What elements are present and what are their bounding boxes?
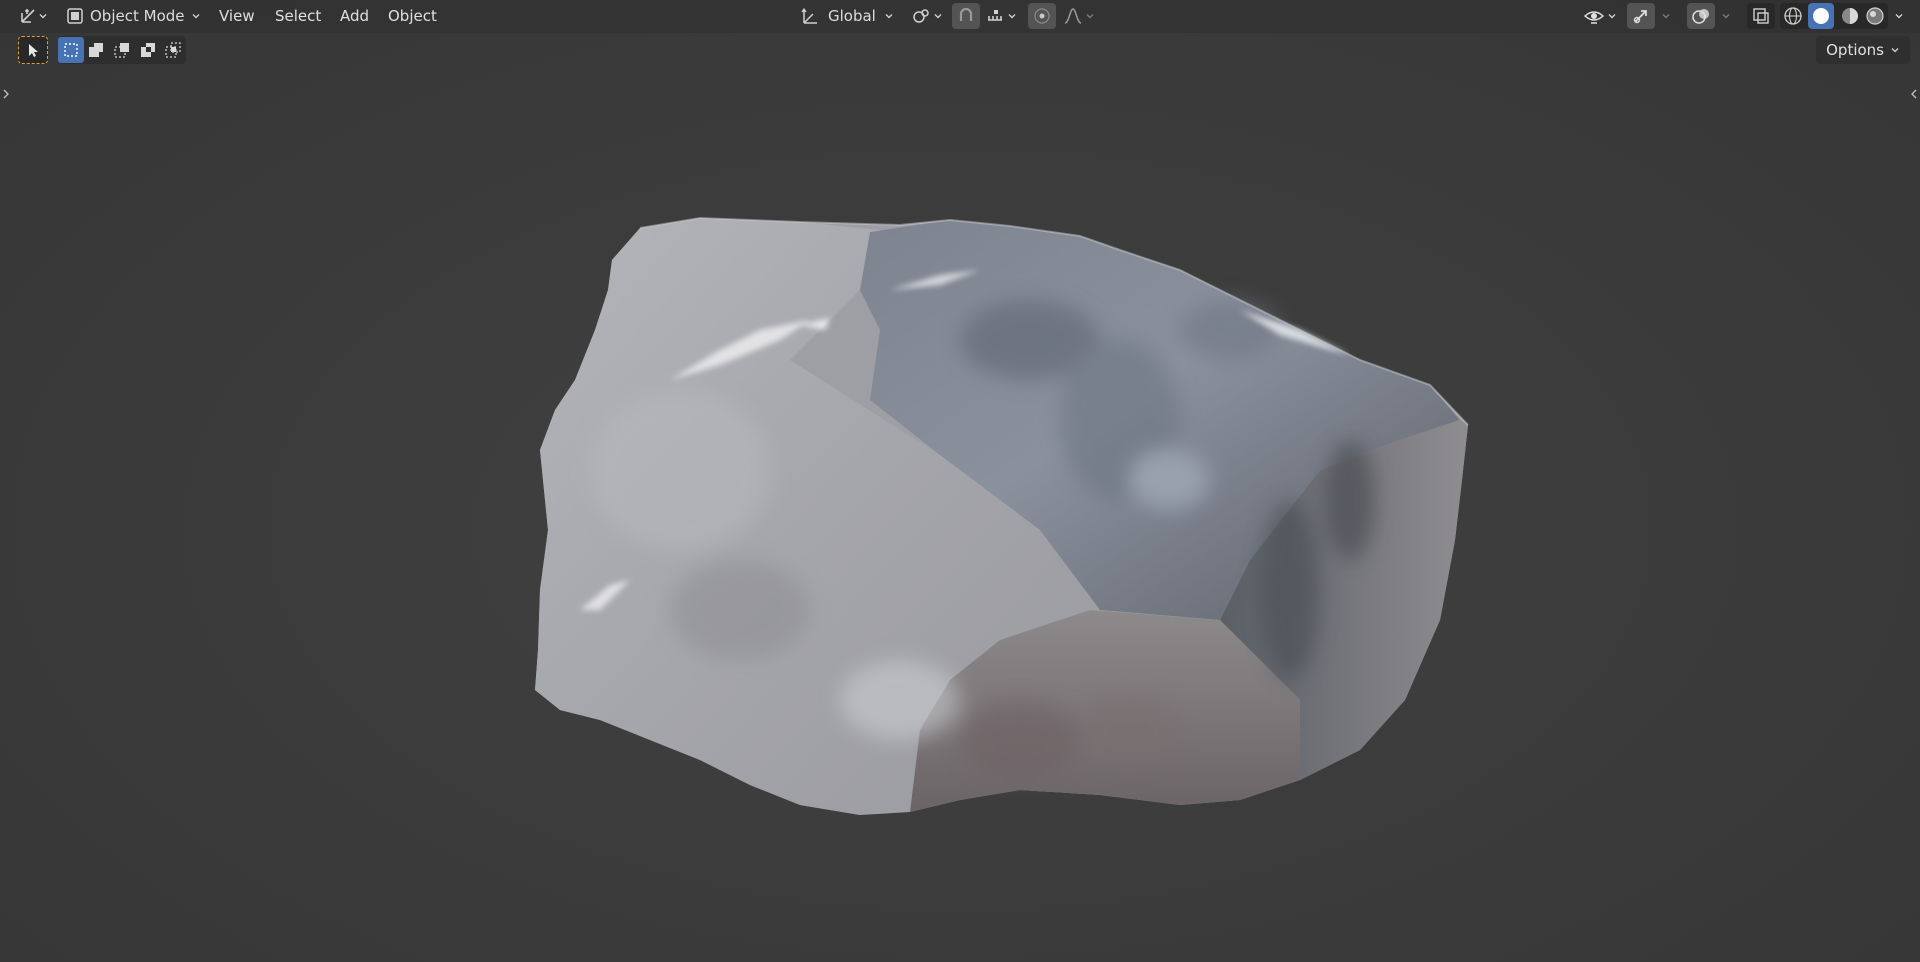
menu-select[interactable]: Select	[268, 3, 328, 29]
menu-object[interactable]: Object	[381, 3, 444, 29]
select-mode-group	[58, 36, 186, 64]
select-intersect-icon[interactable]	[160, 37, 186, 63]
chevron-down-icon	[1607, 11, 1617, 21]
shading-mode-group	[1780, 3, 1888, 29]
shading-dropdown[interactable]	[1890, 3, 1908, 29]
snap-target-dropdown[interactable]	[982, 3, 1020, 29]
magnet-snap-icon	[956, 6, 976, 26]
overlays-dropdown[interactable]	[1717, 3, 1735, 29]
xray-toggle[interactable]	[1747, 3, 1775, 29]
material-shading-icon[interactable]	[1840, 6, 1860, 26]
snap-increment-icon	[985, 6, 1005, 26]
orientation-label: Global	[828, 7, 876, 25]
chevron-down-icon	[1894, 11, 1904, 21]
gizmo-toggle[interactable]	[1627, 3, 1655, 29]
options-label: Options	[1826, 41, 1884, 59]
chevron-down-icon	[933, 11, 943, 21]
chevron-down-icon	[1007, 11, 1017, 21]
falloff-curve-icon	[1063, 6, 1083, 26]
axis-gizmo-icon	[18, 6, 38, 26]
wireframe-shading-icon[interactable]	[1783, 6, 1803, 26]
active-tool-button[interactable]	[18, 36, 48, 64]
select-extend-icon[interactable]	[84, 37, 110, 63]
select-subtract-icon[interactable]	[109, 37, 135, 63]
eye-visibility-icon	[1583, 6, 1605, 26]
chevron-down-icon	[1661, 11, 1671, 21]
object-mode-icon	[66, 7, 84, 25]
sidebar-expand-arrow[interactable]	[1908, 86, 1920, 102]
gizmo-arrow-icon	[1631, 6, 1651, 26]
pivot-point-dropdown[interactable]	[908, 3, 946, 29]
options-dropdown[interactable]: Options	[1816, 36, 1910, 64]
select-set-icon[interactable]	[58, 37, 84, 63]
menu-add[interactable]: Add	[333, 3, 376, 29]
rock-mesh[interactable]	[0, 0, 1920, 962]
chevron-down-icon	[884, 11, 894, 21]
select-difference-icon[interactable]	[135, 37, 161, 63]
proportional-edit-toggle[interactable]	[1028, 3, 1056, 29]
transform-orientation-dropdown[interactable]: Global	[796, 3, 900, 29]
chevron-down-icon	[1085, 11, 1095, 21]
chevron-down-icon	[38, 11, 48, 21]
gizmo-dropdown[interactable]	[1657, 3, 1675, 29]
editor-type-button[interactable]	[16, 3, 50, 29]
chevron-down-icon	[191, 11, 201, 21]
orientation-axis-icon	[800, 6, 820, 26]
solid-shading-icon[interactable]	[1808, 3, 1835, 29]
cursor-arrow-icon	[25, 42, 41, 58]
3d-viewport[interactable]: Object Mode View Select Add Object Globa…	[0, 0, 1920, 962]
xray-toggle-icon	[1751, 6, 1771, 26]
pivot-link-icon	[911, 6, 931, 26]
overlays-toggle[interactable]	[1687, 3, 1715, 29]
overlays-icon	[1691, 6, 1711, 26]
menu-view[interactable]: View	[212, 3, 262, 29]
chevron-down-icon	[1890, 41, 1900, 59]
snap-toggle[interactable]	[952, 3, 980, 29]
rendered-shading-icon[interactable]	[1865, 6, 1885, 26]
mode-dropdown[interactable]: Object Mode	[62, 3, 202, 29]
falloff-dropdown[interactable]	[1060, 3, 1098, 29]
object-visibility-dropdown[interactable]	[1580, 3, 1620, 29]
chevron-down-icon	[1721, 11, 1731, 21]
viewport-header: Object Mode View Select Add Object Globa…	[0, 0, 1920, 33]
mode-label: Object Mode	[90, 7, 185, 25]
proportional-edit-icon	[1032, 6, 1052, 26]
toolbar-expand-arrow[interactable]	[0, 86, 12, 102]
